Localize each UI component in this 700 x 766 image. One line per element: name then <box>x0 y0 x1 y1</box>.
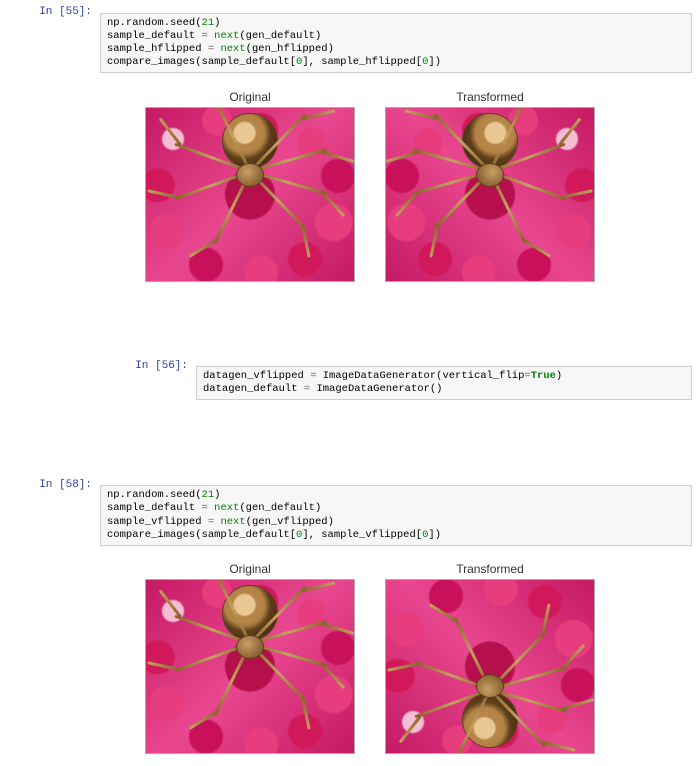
input-prompt: In [58]: <box>0 475 100 491</box>
input-prompt: In [55]: <box>0 2 100 18</box>
spider-subject <box>223 114 277 168</box>
original-column: Original <box>145 90 355 282</box>
transformed-image-hflip <box>385 107 595 282</box>
output-cell-58: Original Transformed <box>100 558 692 766</box>
original-column: Original <box>145 562 355 754</box>
code-input[interactable]: np.random.seed(21) sample_default = next… <box>100 485 692 546</box>
input-cell-55: In [55]: np.random.seed(21) sample_defau… <box>0 2 700 84</box>
output-cell-55: Original Transformed <box>100 86 692 294</box>
original-image <box>145 579 355 754</box>
input-prompt: In [56]: <box>78 356 196 372</box>
plot-title-transformed: Transformed <box>385 90 595 104</box>
code-input[interactable]: np.random.seed(21) sample_default = next… <box>100 13 692 74</box>
plot-title-original: Original <box>145 90 355 104</box>
transformed-column: Transformed <box>385 90 595 282</box>
input-cell-58: In [58]: np.random.seed(21) sample_defau… <box>0 475 700 557</box>
plot-title-transformed: Transformed <box>385 562 595 576</box>
code-input[interactable]: datagen_vflipped = ImageDataGenerator(ve… <box>196 366 692 400</box>
transformed-image-vflip <box>385 579 595 754</box>
spider-subject <box>223 586 277 640</box>
spider-subject <box>463 114 517 168</box>
image-comparison-row: Original Transformed <box>100 558 692 766</box>
transformed-column: Transformed <box>385 562 595 754</box>
spider-subject <box>463 693 517 747</box>
image-comparison-row: Original Transformed <box>100 86 692 294</box>
input-cell-56: In [56]: datagen_vflipped = ImageDataGen… <box>0 356 700 411</box>
original-image <box>145 107 355 282</box>
plot-title-original: Original <box>145 562 355 576</box>
